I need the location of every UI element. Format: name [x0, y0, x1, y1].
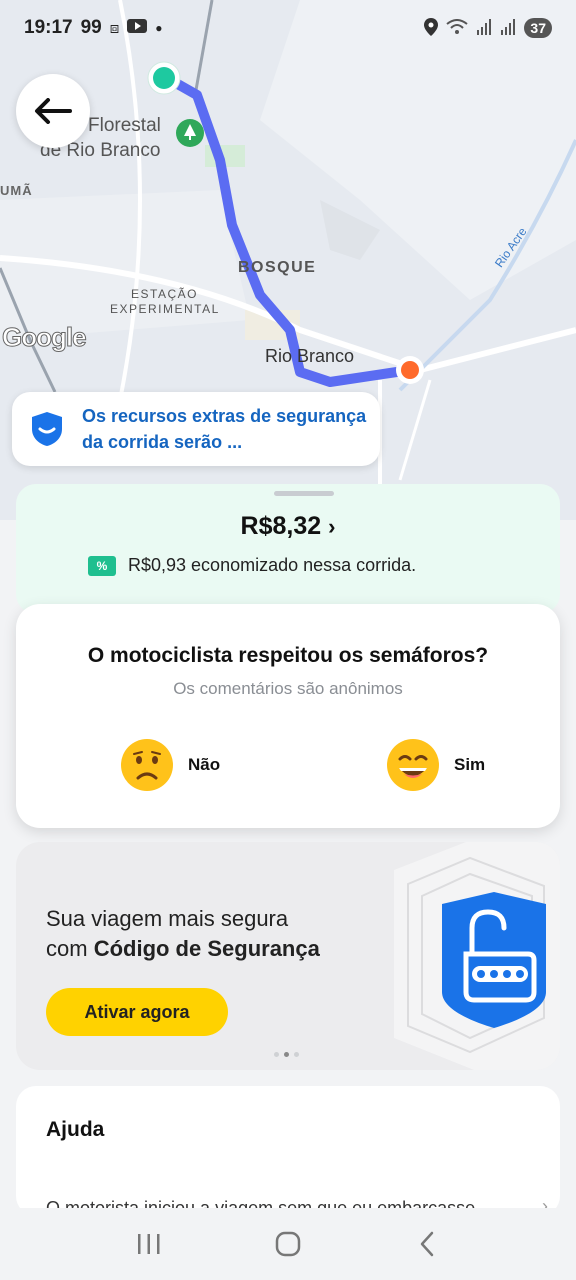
battery-indicator: 37: [524, 18, 552, 38]
safety-banner-text: Os recursos extras de segurança da corri…: [82, 406, 367, 452]
fare-price[interactable]: R$8,32 ›: [16, 512, 560, 541]
dot-icon: ●: [155, 21, 163, 35]
help-card: Ajuda O motorista iniciou a viagem sem q…: [16, 1086, 560, 1216]
rating-option-no-label: Não: [188, 755, 221, 774]
safety-banner[interactable]: Os recursos extras de segurança da corri…: [12, 392, 380, 466]
camera-icon: ⧈: [109, 19, 120, 37]
savings-row: % R$0,93 economizado nessa corrida.: [88, 555, 416, 576]
carousel-dots: [274, 1052, 299, 1057]
status-bar: 19:17 99 ⧈ ● 37: [0, 0, 576, 56]
signal-icon: [476, 18, 492, 38]
carousel-dot-active: [284, 1052, 289, 1057]
arrow-left-icon: [35, 98, 72, 124]
map-label-rio-branco: Rio Branco: [265, 346, 355, 366]
activate-now-button[interactable]: Ativar agora: [46, 988, 228, 1036]
recent-apps-button[interactable]: [124, 1219, 174, 1269]
home-button[interactable]: [263, 1219, 313, 1269]
status-extra: 99: [80, 17, 102, 38]
rating-option-yes[interactable]: Sim: [386, 738, 485, 792]
map-label-estacao: ESTAÇÃO: [131, 287, 198, 301]
rating-subtitle: Os comentários são anônimos: [173, 679, 403, 698]
security-lock-illustration: [394, 842, 560, 1070]
promo-line-2-prefix: com: [46, 936, 94, 961]
map-label-florestal: Florestal: [88, 115, 161, 136]
signal-icon: [500, 18, 516, 38]
wifi-icon: [446, 18, 469, 38]
promo-text: Sua viagem mais segura com Código de Seg…: [46, 904, 320, 964]
drag-handle[interactable]: [274, 491, 334, 496]
chevron-left-icon: [420, 1231, 433, 1257]
help-title: Ajuda: [46, 1118, 105, 1141]
back-nav-button[interactable]: [402, 1219, 452, 1269]
status-time: 19:17: [24, 17, 73, 38]
system-nav-bar: [0, 1208, 576, 1280]
map-label-uma: UMÃ: [0, 183, 33, 198]
chevron-right-icon: ›: [328, 514, 336, 539]
sad-face-icon: [121, 739, 173, 791]
rating-option-yes-label: Sim: [454, 755, 486, 774]
shield-icon: [32, 412, 62, 446]
discount-icon: %: [88, 555, 116, 576]
back-button[interactable]: [16, 74, 90, 148]
map-label-bosque: BOSQUE: [238, 259, 317, 276]
rating-card: O motociclista respeitou os semáforos? O…: [16, 604, 560, 828]
savings-text: R$0,93 economizado nessa corrida.: [128, 555, 417, 575]
youtube-icon: [127, 17, 148, 39]
carousel-dot: [294, 1052, 299, 1057]
price-card: R$8,32 ›: [16, 484, 560, 614]
map-label-experimental: EXPERIMENTAL: [110, 302, 220, 316]
location-icon: [424, 17, 439, 39]
promo-line-2: com Código de Segurança: [46, 934, 320, 964]
smile-face-icon: [387, 739, 439, 791]
promo-line-2-bold: Código de Segurança: [93, 936, 320, 961]
home-icon: [275, 1231, 301, 1257]
rating-option-no[interactable]: Não: [120, 738, 220, 792]
recent-apps-icon: [138, 1234, 160, 1254]
fare-price-value: R$8,32: [240, 512, 322, 540]
promo-carousel-card[interactable]: Sua viagem mais segura com Código de Seg…: [16, 842, 560, 1070]
carousel-dot: [274, 1052, 279, 1057]
promo-line-1: Sua viagem mais segura: [46, 906, 289, 931]
google-logo: Google: [2, 322, 88, 353]
rating-question: O motociclista respeitou os semáforos?: [87, 644, 489, 667]
